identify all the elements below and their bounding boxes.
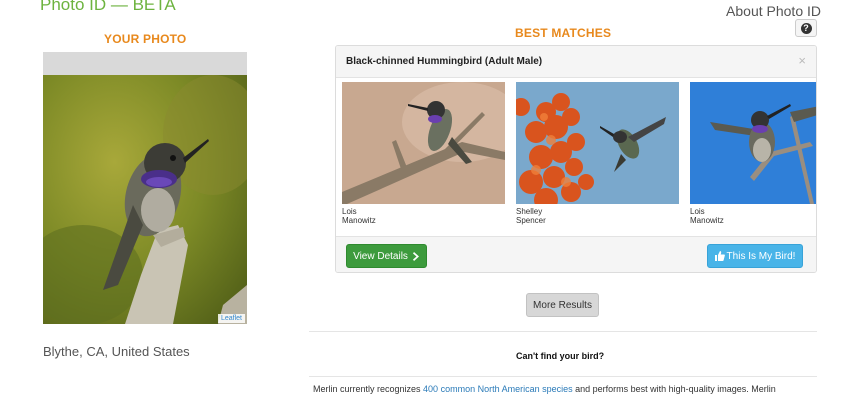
uploaded-photo[interactable]: Leaflet [43, 75, 247, 324]
app-title: Photo ID — BETA [40, 0, 176, 14]
photo-1-credit: Lois Manowitz [342, 207, 376, 225]
thumbs-up-icon [714, 251, 725, 261]
question-circle-icon: ? [800, 22, 812, 34]
species-info-text: Merlin currently recognizes 400 common N… [313, 384, 817, 394]
best-matches-heading: BEST MATCHES [515, 26, 612, 40]
cant-find-heading: Can't find your bird? [516, 351, 605, 361]
your-photo-panel: Leaflet [43, 52, 247, 324]
match-card-header: Black-chinned Hummingbird (Adult Male) × [336, 46, 816, 78]
species-list-link[interactable]: 400 common North American species [423, 384, 573, 394]
photo-toolbar [43, 52, 247, 75]
help-button[interactable]: ? [795, 19, 817, 37]
this-is-my-bird-button[interactable]: This Is My Bird! [707, 244, 803, 268]
photo-3-credit: Lois Manowitz [690, 207, 724, 225]
your-photo-heading: YOUR PHOTO [104, 32, 187, 46]
view-details-button[interactable]: View Details [346, 244, 427, 268]
match-photo-3[interactable] [690, 82, 816, 204]
match-card: Black-chinned Hummingbird (Adult Male) ×… [335, 45, 817, 273]
species-info-suffix: and performs best with high-quality imag… [572, 384, 776, 394]
match-species-title: Black-chinned Hummingbird (Adult Male) [346, 56, 543, 67]
section-divider [309, 331, 817, 332]
view-details-label: View Details [353, 250, 408, 262]
chevron-right-icon [412, 251, 419, 261]
match-photo-3-image [690, 82, 816, 204]
match-photo-2[interactable] [516, 82, 679, 204]
leaflet-attribution[interactable]: Leaflet [217, 314, 245, 323]
uploaded-bird-image [43, 75, 247, 324]
about-photo-id-link[interactable]: About Photo ID [726, 3, 821, 19]
match-photo-1-image [342, 82, 505, 204]
match-photo-1[interactable] [342, 82, 505, 204]
section-divider-2 [309, 376, 817, 377]
more-results-button[interactable]: More Results [526, 293, 599, 317]
match-photo-2-image [516, 82, 679, 204]
photo-2-credit: Shelley Spencer [516, 207, 546, 225]
match-card-footer: View Details This Is My Bird! [336, 236, 816, 272]
close-icon[interactable]: × [798, 53, 806, 68]
photo-location: Blythe, CA, United States [43, 344, 190, 359]
species-info-prefix: Merlin currently recognizes [313, 384, 424, 394]
this-is-my-bird-label: This Is My Bird! [726, 250, 796, 262]
